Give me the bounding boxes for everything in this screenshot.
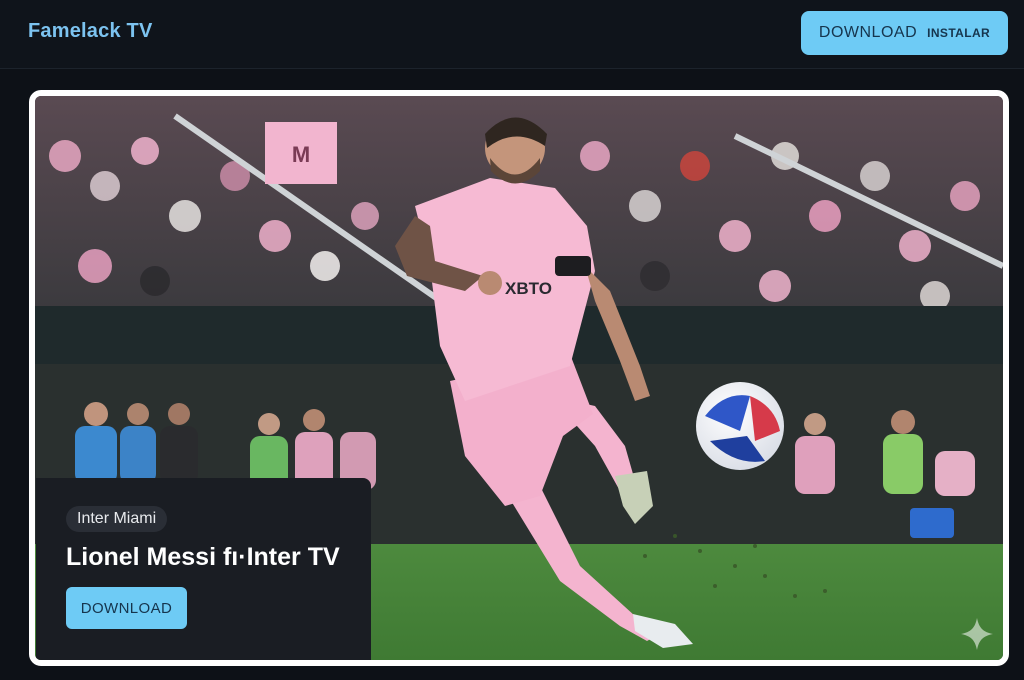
team-tag[interactable]: Inter Miami	[66, 506, 168, 532]
feature-title: Lionel Messi fı·Inter TV	[66, 543, 340, 571]
card-download-button[interactable]: DOWNLOAD	[66, 587, 187, 629]
download-install-button[interactable]: DOWNLOAD INSTALAR	[801, 11, 1008, 55]
download-button-label: DOWNLOAD	[818, 24, 918, 41]
sparkle-icon	[961, 618, 993, 650]
brand-logo-text[interactable]: Famelack TV	[28, 20, 153, 43]
top-bar: Famelack TV DOWNLOAD INSTALAR	[0, 0, 1024, 69]
feature-card: Inter Miami Lionel Messi fı·Inter TV DOW…	[36, 478, 371, 660]
hero-banner[interactable]: M XBTO Inter Miami Lionel Messi fı·Inter…	[29, 90, 1009, 666]
install-button-label: INSTALAR	[927, 26, 991, 40]
banner-sign-text: M	[292, 142, 310, 167]
shirt-sponsor-text: XBTO	[505, 279, 552, 298]
